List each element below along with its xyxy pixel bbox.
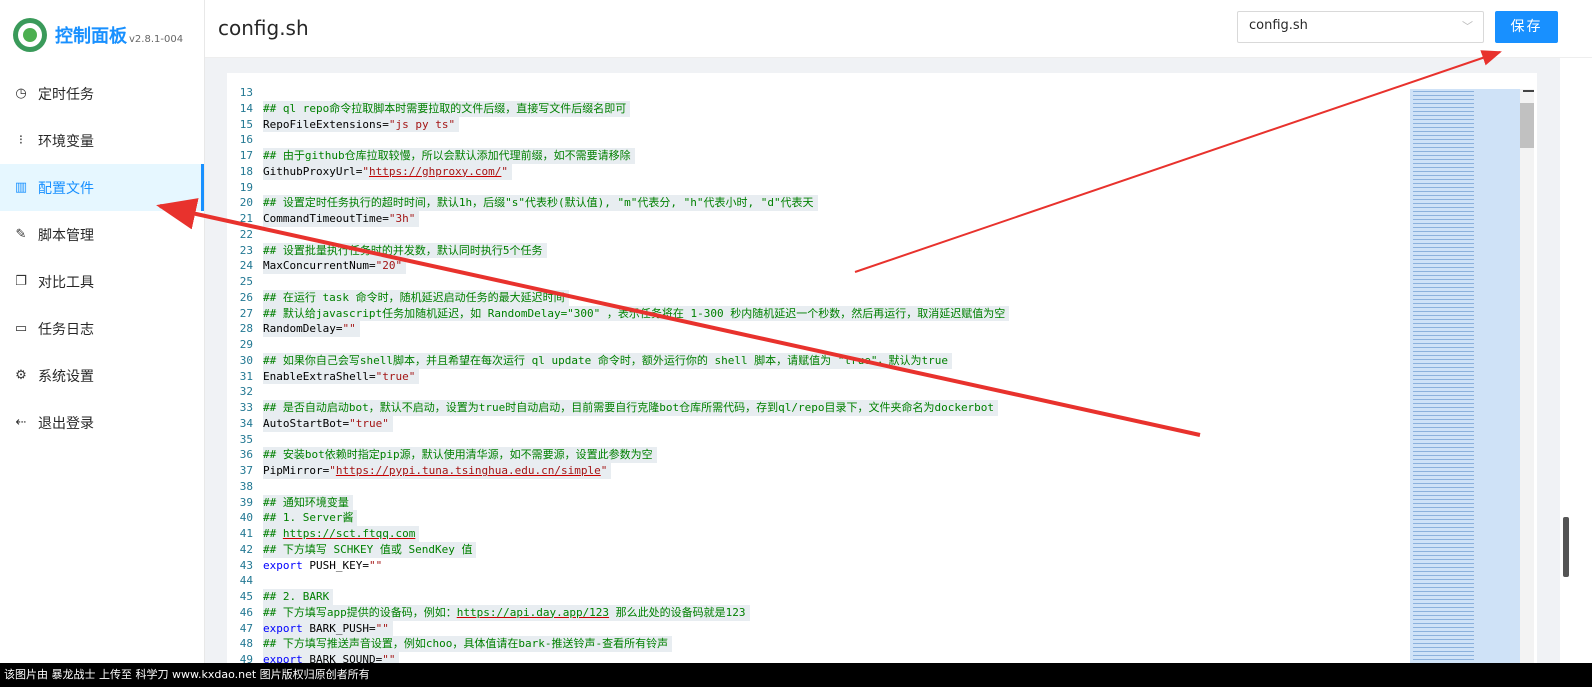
app-root: 控制面板 v2.8.1-004 ◷ 定时任务 ⁝ 环境变量 ▥ 配置文件 ✎ 脚本管理 ❐ 对比工…: [0, 0, 1592, 687]
annotation-arrows: [156, 50, 1502, 437]
arrow-to-config-menu: [156, 198, 1201, 437]
arrow-to-save: [854, 50, 1502, 273]
watermark: 该图片由 暴龙战士 上传至 科学刀 www.kxdao.net 图片版权归原创者…: [0, 663, 1592, 687]
